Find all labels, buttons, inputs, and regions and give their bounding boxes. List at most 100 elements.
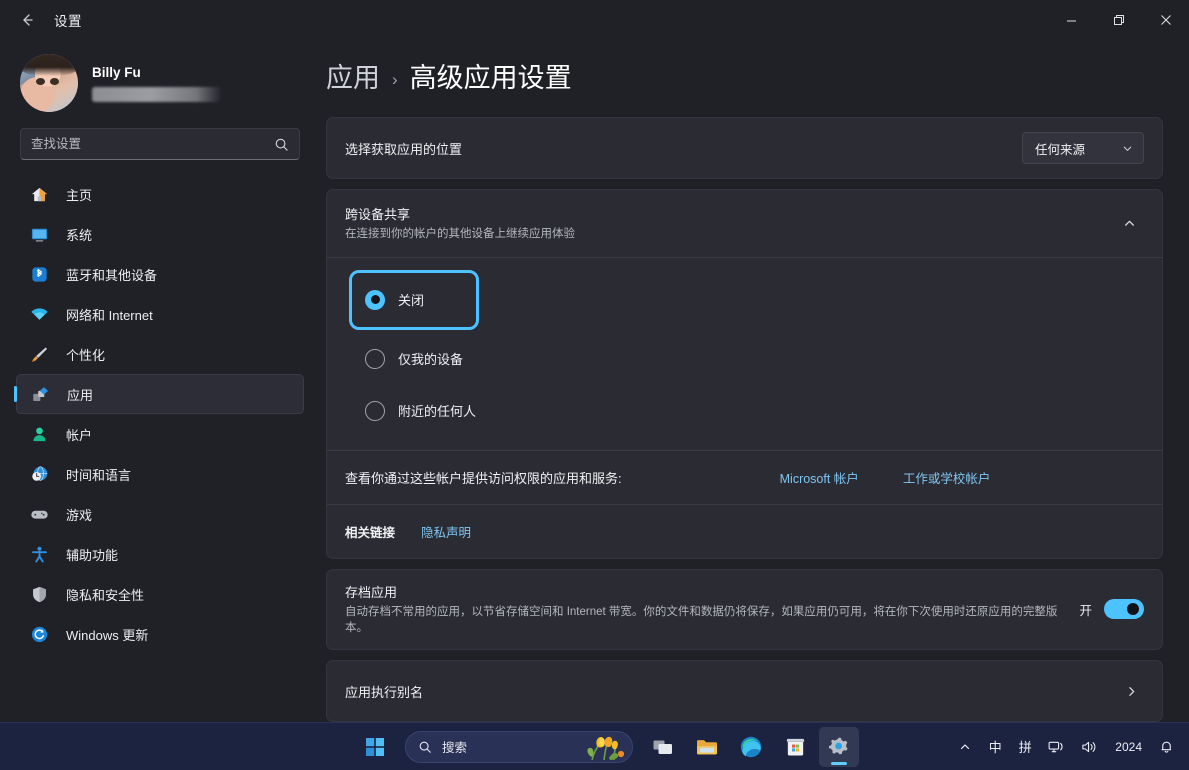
sidebar-item-accounts[interactable]: 帐户	[16, 414, 304, 454]
app-aliases-title: 应用执行别名	[345, 682, 423, 701]
sidebar-item-personalization[interactable]: 个性化	[16, 334, 304, 374]
system-tray: 中 拼 2024	[951, 728, 1181, 766]
search-icon	[274, 137, 289, 152]
sidebar-item-time-language[interactable]: 时间和语言	[16, 454, 304, 494]
start-button[interactable]	[355, 727, 395, 767]
main-content: 应用 › 高级应用设置 选择获取应用的位置 任何来源	[320, 40, 1189, 722]
sidebar-item-label: 游戏	[66, 505, 92, 524]
network-icon[interactable]	[1041, 728, 1072, 766]
accounts-access-row: 查看你通过这些帐户提供访问权限的应用和服务: Microsoft 帐户 工作或学…	[327, 450, 1162, 504]
account-icon	[28, 423, 50, 445]
radio-option-off[interactable]: 关闭	[355, 276, 473, 324]
microsoft-store-button[interactable]	[775, 727, 815, 767]
chevron-right-icon	[1118, 678, 1144, 704]
sidebar-item-home[interactable]: 主页	[16, 174, 304, 214]
archive-apps-title: 存档应用	[345, 582, 1065, 601]
sidebar-item-gaming[interactable]: 游戏	[16, 494, 304, 534]
close-button[interactable]	[1142, 0, 1189, 40]
settings-search-box[interactable]	[20, 128, 300, 160]
app-aliases-card[interactable]: 应用执行别名	[326, 660, 1163, 722]
gaming-icon	[28, 503, 50, 525]
sidebar-item-privacy-security[interactable]: 隐私和安全性	[16, 574, 304, 614]
tray-overflow-button[interactable]	[951, 728, 979, 766]
search-input[interactable]	[31, 137, 274, 151]
related-links-title: 相关链接	[345, 522, 395, 541]
radio-option-label: 关闭	[398, 290, 424, 309]
radio-indicator	[365, 290, 385, 310]
app-source-dropdown-value: 任何来源	[1035, 139, 1085, 158]
radio-indicator	[365, 401, 385, 421]
archive-apps-toggle[interactable]	[1104, 599, 1144, 619]
sidebar-item-network[interactable]: 网络和 Internet	[16, 294, 304, 334]
task-view-button[interactable]	[643, 727, 683, 767]
radio-option-my-devices-only[interactable]: 仅我的设备	[355, 342, 473, 376]
work-school-account-link[interactable]: 工作或学校帐户	[903, 468, 991, 487]
settings-button[interactable]	[819, 727, 859, 767]
archive-apps-toggle-label: 开	[1079, 600, 1092, 619]
back-button[interactable]	[10, 5, 44, 35]
file-explorer-button[interactable]	[687, 727, 727, 767]
privacy-statement-link[interactable]: 隐私声明	[421, 522, 471, 541]
minimize-button[interactable]	[1048, 0, 1095, 40]
app-source-title: 选择获取应用的位置	[345, 139, 462, 158]
chevron-up-icon[interactable]	[1114, 208, 1144, 238]
breadcrumb-separator: ›	[392, 70, 398, 90]
radio-indicator	[365, 349, 385, 369]
sidebar-item-label: 应用	[67, 385, 93, 404]
breadcrumb: 应用 › 高级应用设置	[326, 40, 1163, 117]
account-name: Billy Fu	[92, 65, 222, 80]
ime-pinyin-button[interactable]: 拼	[1011, 728, 1039, 766]
taskbar-center-group: 搜索	[355, 727, 859, 767]
sidebar-item-label: Windows 更新	[66, 625, 148, 644]
sidebar-item-label: 帐户	[66, 425, 92, 444]
sidebar-item-windows-update[interactable]: Windows 更新	[16, 614, 304, 654]
account-email-redacted	[92, 87, 222, 102]
home-icon	[28, 183, 50, 205]
radio-option-label: 附近的任何人	[398, 401, 476, 420]
sidebar-item-label: 个性化	[66, 345, 105, 364]
chevron-down-icon	[1122, 143, 1133, 154]
app-aliases-row[interactable]: 应用执行别名	[327, 661, 1162, 721]
sidebar-item-label: 系统	[66, 225, 92, 244]
sidebar-item-label: 蓝牙和其他设备	[66, 265, 157, 284]
archive-apps-card: 存档应用 自动存档不常用的应用，以节省存储空间和 Internet 带宽。你的文…	[326, 569, 1163, 650]
clock[interactable]: 2024	[1107, 728, 1150, 766]
restore-button[interactable]	[1095, 0, 1142, 40]
sidebar: Billy Fu	[0, 40, 320, 722]
avatar	[20, 54, 78, 112]
sidebar-item-accessibility[interactable]: 辅助功能	[16, 534, 304, 574]
bell-icon[interactable]	[1152, 728, 1181, 766]
wifi-icon	[28, 303, 50, 325]
store-icon	[784, 735, 807, 758]
cross-device-header[interactable]: 跨设备共享 在连接到你的帐户的其他设备上继续应用体验	[327, 190, 1162, 258]
archive-apps-subtitle: 自动存档不常用的应用，以节省存储空间和 Internet 带宽。你的文件和数据仍…	[345, 604, 1065, 637]
taskbar-search-placeholder: 搜索	[442, 737, 467, 756]
app-source-card: 选择获取应用的位置 任何来源	[326, 117, 1163, 179]
microsoft-account-link[interactable]: Microsoft 帐户	[780, 468, 859, 487]
cross-device-text: 跨设备共享 在连接到你的帐户的其他设备上继续应用体验	[345, 204, 575, 243]
archive-apps-text: 存档应用 自动存档不常用的应用，以节省存储空间和 Internet 带宽。你的文…	[345, 582, 1065, 637]
cross-device-card: 跨设备共享 在连接到你的帐户的其他设备上继续应用体验 关闭	[326, 189, 1163, 559]
sidebar-nav: 主页 系统	[12, 174, 308, 654]
radio-option-everyone-nearby[interactable]: 附近的任何人	[355, 394, 473, 428]
taskbar-search-box[interactable]: 搜索	[405, 731, 633, 763]
page-title: 高级应用设置	[410, 56, 572, 95]
account-block[interactable]: Billy Fu	[12, 40, 308, 122]
sidebar-item-bluetooth[interactable]: 蓝牙和其他设备	[16, 254, 304, 294]
app-source-dropdown[interactable]: 任何来源	[1022, 132, 1144, 164]
volume-icon[interactable]	[1074, 728, 1105, 766]
system-icon	[28, 223, 50, 245]
microsoft-edge-button[interactable]	[731, 727, 771, 767]
title-bar: 设置	[0, 0, 1189, 40]
apps-icon	[29, 383, 51, 405]
ime-mode-button[interactable]: 中	[981, 728, 1009, 766]
cross-device-radio-group: 关闭 仅我的设备 附近的任何人	[327, 258, 1162, 450]
sidebar-item-label: 隐私和安全性	[66, 585, 144, 604]
bluetooth-icon	[28, 263, 50, 285]
taskbar: 搜索	[0, 722, 1189, 770]
window-body: Billy Fu	[0, 40, 1189, 722]
folder-icon	[695, 735, 719, 759]
breadcrumb-parent[interactable]: 应用	[326, 56, 380, 95]
sidebar-item-system[interactable]: 系统	[16, 214, 304, 254]
sidebar-item-apps[interactable]: 应用	[16, 374, 304, 414]
